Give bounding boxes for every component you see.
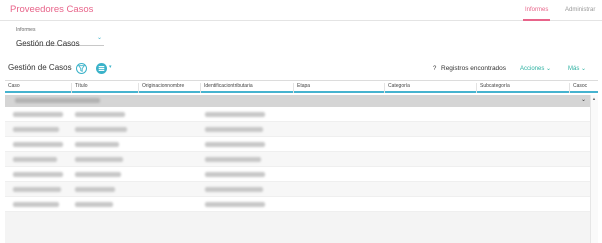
column-header-categoria[interactable]: Categoría <box>385 83 477 93</box>
redacted-cell <box>75 127 127 132</box>
view-icon <box>98 66 105 71</box>
filter-button[interactable] <box>76 63 87 74</box>
view-button[interactable] <box>96 63 107 74</box>
grid-empty-area <box>5 212 590 243</box>
vertical-scrollbar[interactable]: ▲ <box>590 95 598 243</box>
column-header-etapa[interactable]: Etapa <box>294 83 385 93</box>
top-bar: Proveedores Casos Informes Administrar <box>0 0 602 21</box>
chevron-down-icon: ⌄ <box>581 66 587 72</box>
table-row[interactable] <box>5 167 590 182</box>
redacted-group-label <box>15 98 100 103</box>
help-icon[interactable]: ? <box>433 66 436 72</box>
redacted-cell <box>205 202 265 207</box>
column-header-identificacion[interactable]: Identificaciontributaria <box>201 83 294 93</box>
column-header-caso[interactable]: Caso <box>5 83 72 93</box>
table-row[interactable] <box>5 137 590 152</box>
view-chevron-icon[interactable]: ▾ <box>109 64 112 70</box>
redacted-cell <box>13 112 63 117</box>
report-select[interactable]: Gestión de Casos ⌄ <box>16 33 104 48</box>
cases-grid: Caso Título Originacionnombre Identifica… <box>5 80 598 243</box>
more-label: Más <box>568 66 580 72</box>
redacted-cell <box>75 112 125 117</box>
column-header-subcategoria[interactable]: Subcategoría <box>477 83 570 93</box>
chevron-down-icon: ⌄ <box>96 35 102 41</box>
redacted-cell <box>75 142 119 147</box>
redacted-cell <box>75 157 123 162</box>
chevron-down-icon: ⌄ <box>546 66 552 72</box>
redacted-cell <box>205 157 261 162</box>
grid-header: Caso Título Originacionnombre Identifica… <box>5 81 598 93</box>
column-header-casoc[interactable]: Casoc <box>570 83 598 93</box>
report-select-value: Gestión de Casos <box>16 39 80 48</box>
app-title: Proveedores Casos <box>10 4 94 15</box>
table-row[interactable] <box>5 182 590 197</box>
redacted-cell <box>13 157 57 162</box>
chevron-down-icon[interactable]: ⌄ <box>581 96 586 103</box>
redacted-cell <box>13 187 61 192</box>
redacted-cell <box>13 127 59 132</box>
redacted-cell <box>13 172 63 177</box>
actions-menu[interactable]: Acciones ⌄ <box>520 65 551 72</box>
redacted-cell <box>75 202 113 207</box>
group-row[interactable]: ⌄ <box>5 95 590 107</box>
scroll-up-icon[interactable]: ▲ <box>592 96 596 101</box>
column-header-titulo[interactable]: Título <box>72 83 139 93</box>
column-header-originacion[interactable]: Originacionnombre <box>139 83 201 93</box>
more-menu[interactable]: Más ⌄ <box>568 65 586 72</box>
redacted-cell <box>75 187 115 192</box>
redacted-cell <box>13 142 63 147</box>
records-found: Registros encontrados <box>441 65 507 72</box>
redacted-cell <box>205 187 263 192</box>
tab-informes[interactable]: Informes <box>522 7 551 21</box>
redacted-cell <box>13 202 59 207</box>
redacted-cell <box>205 112 265 117</box>
redacted-cell <box>205 172 265 177</box>
table-row[interactable] <box>5 197 590 212</box>
actions-label: Acciones <box>520 66 545 72</box>
redacted-cell <box>205 127 263 132</box>
table-row[interactable] <box>5 122 590 137</box>
section-title: Gestión de Casos <box>8 63 72 72</box>
tab-administrar[interactable]: Administrar <box>565 7 595 13</box>
filter-icon <box>78 65 85 72</box>
table-row[interactable] <box>5 107 590 122</box>
redacted-cell <box>205 142 265 147</box>
table-row[interactable] <box>5 152 590 167</box>
redacted-cell <box>75 172 121 177</box>
